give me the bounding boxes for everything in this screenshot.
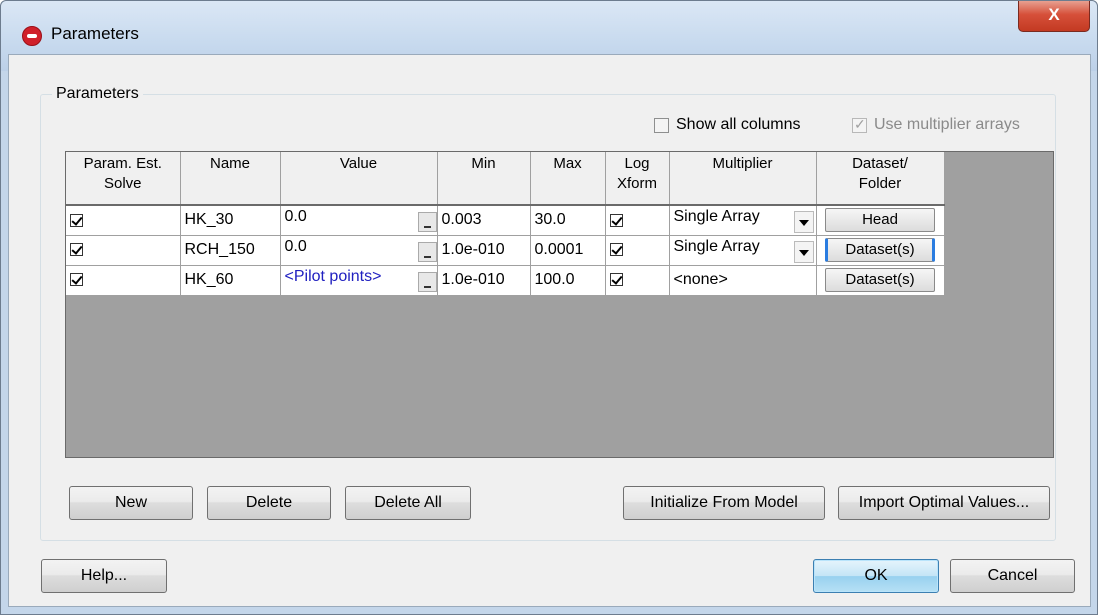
multiplier-cell[interactable]: Single Array <box>669 205 817 236</box>
dataset-cell: Dataset(s) <box>816 265 945 296</box>
value-cell[interactable]: 0.0 <box>280 235 438 266</box>
table-row: HK_30 0.0 0.003 30.0 Single Array Head <box>66 205 945 236</box>
app-icon <box>22 26 42 46</box>
solve-checkbox[interactable] <box>70 243 83 257</box>
delete-button[interactable]: Delete <box>207 486 331 520</box>
log-xform-checkbox[interactable] <box>609 273 623 287</box>
log-xform-checkbox[interactable] <box>609 213 623 227</box>
parameters-grid: Param. Est. Solve Name Value Min Max Log X… <box>65 151 1054 458</box>
column-header-multiplier[interactable]: Multiplier <box>669 152 817 206</box>
solve-checkbox[interactable] <box>70 213 83 227</box>
help-button[interactable]: Help... <box>41 559 167 593</box>
name-cell[interactable]: HK_30 <box>180 205 281 236</box>
cancel-button[interactable]: Cancel <box>950 559 1075 593</box>
log-xform-cell[interactable] <box>605 205 670 236</box>
multiplier-cell[interactable]: Single Array <box>669 235 817 266</box>
value-cell[interactable]: 0.0 <box>280 205 438 236</box>
dataset-cell: Dataset(s) <box>816 235 945 266</box>
max-cell[interactable]: 0.0001 <box>530 235 606 266</box>
dataset-button[interactable]: Head <box>825 208 935 233</box>
use-multiplier-arrays-label: Use multiplier arrays <box>874 116 1020 133</box>
column-header-log-xform[interactable]: Log Xform <box>605 152 670 206</box>
solve-cell[interactable] <box>66 265 181 296</box>
max-cell[interactable]: 100.0 <box>530 265 606 296</box>
multiplier-cell[interactable]: <none> <box>669 265 817 296</box>
column-header-min[interactable]: Min <box>437 152 531 206</box>
dialog-client-area: Parameters Show all columns Use multipli… <box>8 54 1091 607</box>
solve-cell[interactable] <box>66 205 181 236</box>
close-button[interactable]: X <box>1018 1 1090 32</box>
new-button[interactable]: New <box>69 486 193 520</box>
groupbox-label: Parameters <box>52 85 143 103</box>
spinner-icon[interactable] <box>417 242 436 262</box>
log-xform-cell[interactable] <box>605 235 670 266</box>
solve-cell[interactable] <box>66 235 181 266</box>
table-row: HK_60 <Pilot points> 1.0e-010 100.0 <non… <box>66 265 945 296</box>
column-header-max[interactable]: Max <box>530 152 606 206</box>
max-cell[interactable]: 30.0 <box>530 205 606 236</box>
table-row: RCH_150 0.0 1.0e-010 0.0001 Single Array… <box>66 235 945 266</box>
show-all-columns-option[interactable]: Show all columns <box>654 116 801 134</box>
parameters-dialog: Parameters X Parameters Show all columns… <box>0 0 1098 615</box>
log-xform-cell[interactable] <box>605 265 670 296</box>
show-all-columns-label: Show all columns <box>676 116 801 133</box>
column-header-value[interactable]: Value <box>280 152 438 206</box>
column-header-solve[interactable]: Param. Est. Solve <box>66 152 181 206</box>
window-title: Parameters <box>51 24 139 43</box>
name-cell[interactable]: RCH_150 <box>180 235 281 266</box>
name-cell[interactable]: HK_60 <box>180 265 281 296</box>
spinner-icon[interactable] <box>417 272 436 292</box>
value-cell[interactable]: <Pilot points> <box>280 265 438 296</box>
import-optimal-values-button[interactable]: Import Optimal Values... <box>838 486 1050 520</box>
dataset-cell: Head <box>816 205 945 236</box>
show-all-columns-checkbox[interactable] <box>654 117 669 133</box>
dataset-button[interactable]: Dataset(s) <box>825 238 935 262</box>
solve-checkbox[interactable] <box>70 273 83 287</box>
chevron-down-icon[interactable] <box>793 210 814 233</box>
column-header-name[interactable]: Name <box>180 152 281 206</box>
chevron-down-icon[interactable] <box>793 240 814 263</box>
log-xform-checkbox[interactable] <box>609 243 623 257</box>
spinner-icon[interactable] <box>417 212 436 233</box>
initialize-from-model-button[interactable]: Initialize From Model <box>623 486 825 520</box>
min-cell[interactable]: 0.003 <box>437 205 531 236</box>
column-header-dataset-folder[interactable]: Dataset/Folder <box>816 152 945 206</box>
dataset-button[interactable]: Dataset(s) <box>825 268 935 292</box>
min-cell[interactable]: 1.0e-010 <box>437 265 531 296</box>
use-multiplier-arrays-checkbox <box>852 116 867 133</box>
delete-all-button[interactable]: Delete All <box>345 486 471 520</box>
min-cell[interactable]: 1.0e-010 <box>437 235 531 266</box>
ok-button[interactable]: OK <box>813 559 939 593</box>
use-multiplier-arrays-option: Use multiplier arrays <box>852 116 1020 134</box>
grid-header-row: Param. Est. Solve Name Value Min Max Log X… <box>66 152 945 206</box>
